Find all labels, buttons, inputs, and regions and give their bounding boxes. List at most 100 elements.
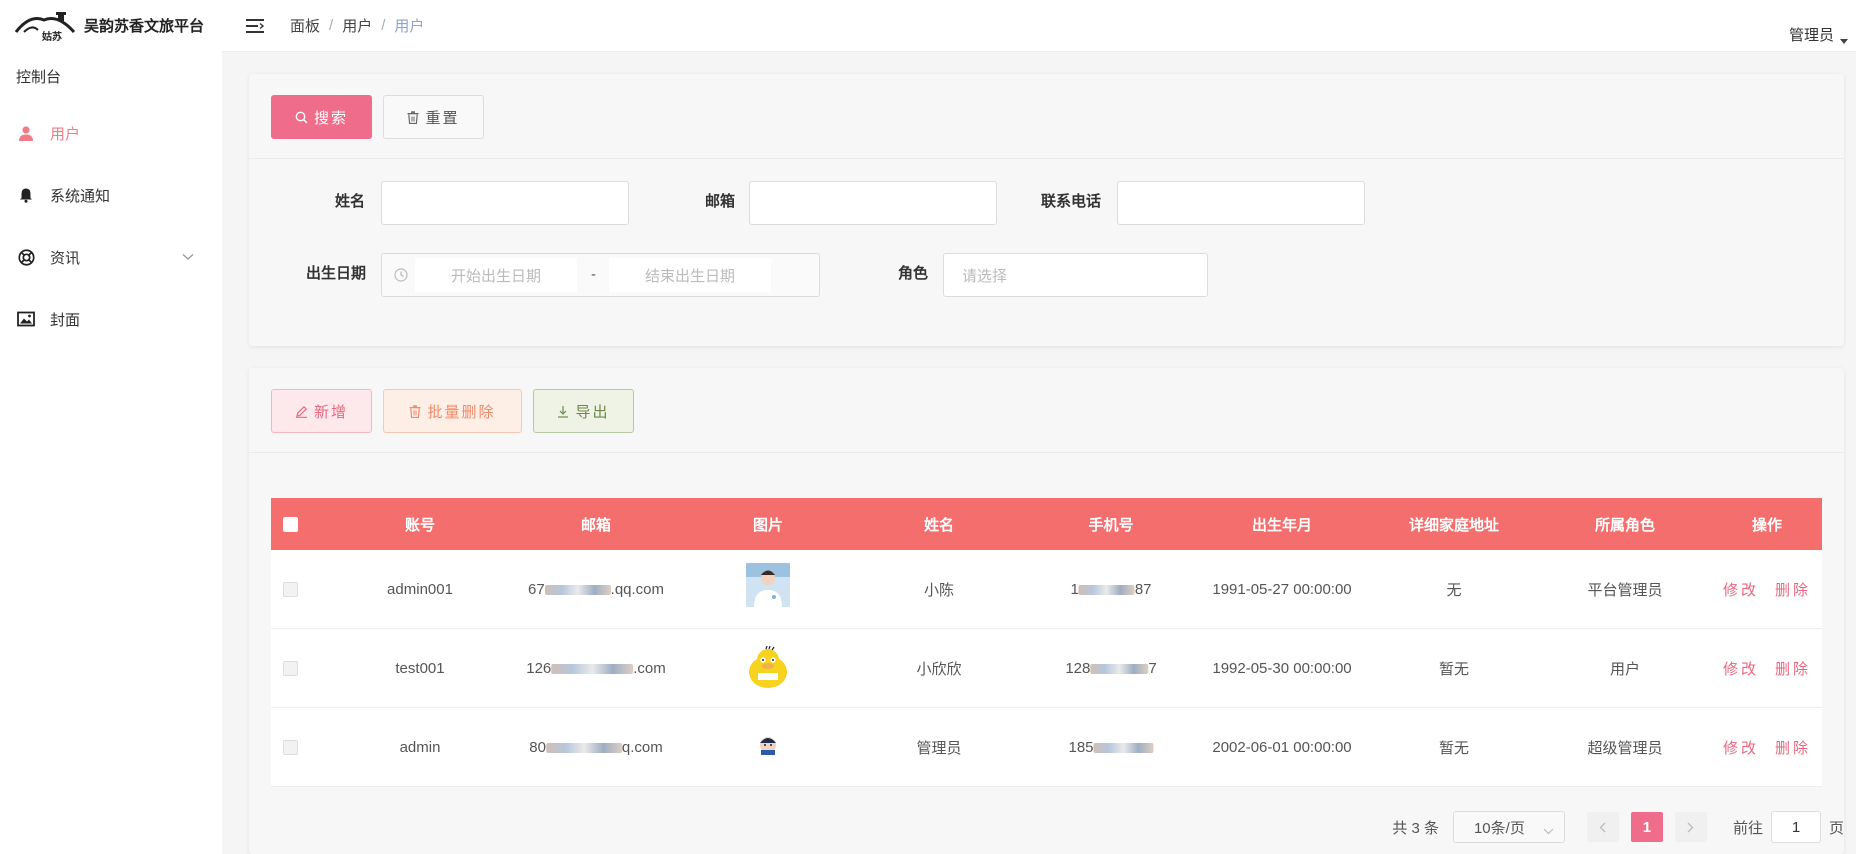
breadcrumb-item-users[interactable]: 用户 <box>342 15 372 36</box>
table-row[interactable]: admin001 67 .qq.com 小陈 1 87 1991-05-27 00:… <box>271 550 1822 629</box>
user-menu[interactable]: 管理员 <box>1789 21 1848 48</box>
goto-page-input[interactable]: 1 <box>1770 811 1821 843</box>
next-page-button[interactable] <box>1674 812 1707 842</box>
column-header-role[interactable]: 所属角色 <box>1595 514 1655 535</box>
breadcrumb-separator: / <box>381 17 386 34</box>
edit-link[interactable]: 修改 <box>1723 737 1759 758</box>
search-panel: 搜索 重置 姓名 邮箱 联系电话 出生日期 开始出生日期 - 结束出生日期 角色… <box>249 74 1844 346</box>
redaction-blur <box>545 742 622 753</box>
sidebar-item-label: 控制台 <box>16 68 62 86</box>
cell-phone: 1 87 <box>1070 581 1151 598</box>
birth-end-input[interactable]: 结束出生日期 <box>609 258 771 292</box>
name-input[interactable] <box>381 181 629 225</box>
phone-input[interactable] <box>1117 181 1365 225</box>
user-icon <box>16 123 36 143</box>
row-checkbox[interactable] <box>283 660 298 676</box>
cell-address: 暂无 <box>1438 739 1470 757</box>
sidebar-item-notifications[interactable]: 系统通知 <box>0 164 222 226</box>
bell-icon <box>16 185 36 205</box>
search-button[interactable]: 搜索 <box>271 95 372 139</box>
sidebar-item-label: 封面 <box>50 311 81 329</box>
table-row[interactable]: admin 80 q.com 管理员 185 2002-06-01 00:00:0… <box>271 708 1822 787</box>
export-button[interactable]: 导出 <box>533 389 634 433</box>
delete-link[interactable]: 删除 <box>1775 737 1811 758</box>
edit-link[interactable]: 修改 <box>1723 658 1759 679</box>
breadcrumb-item-current: 用户 <box>394 18 425 35</box>
search-icon <box>295 111 308 124</box>
row-checkbox[interactable] <box>283 739 298 755</box>
cell-account: admin <box>399 738 441 756</box>
cell-phone: 128 7 <box>1065 660 1156 677</box>
column-header-address[interactable]: 详细家庭地址 <box>1409 514 1499 535</box>
column-header-actions[interactable]: 操作 <box>1752 514 1782 535</box>
table-row[interactable]: test001 126 .com 小欣欣 128 7 1992-05-30 00:0… <box>271 629 1822 708</box>
sidebar-item-users[interactable]: 用户 <box>0 102 222 164</box>
picture-icon <box>16 309 36 329</box>
redaction-blur <box>1093 742 1154 753</box>
cell-account: test001 <box>395 659 445 677</box>
row-checkbox[interactable] <box>283 581 298 597</box>
redaction-blur <box>1078 584 1135 595</box>
logo[interactable]: 姑苏 吴韵苏香文旅平台 <box>0 0 222 50</box>
sidebar: 姑苏 吴韵苏香文旅平台 控制台 用户 系统通知 资讯 封面 <box>0 0 222 854</box>
top-header: 面板 / 用户 / 用户 管理员 <box>222 0 1856 52</box>
lifebuoy-icon <box>16 247 36 267</box>
cell-phone: 185 <box>1068 738 1154 756</box>
menu-toggle-icon[interactable] <box>244 14 268 38</box>
add-button[interactable]: 新增 <box>271 389 372 433</box>
column-header-image[interactable]: 图片 <box>753 514 783 535</box>
cell-phone-prefix: 185 <box>1068 738 1094 756</box>
trash-icon <box>409 404 421 418</box>
user-name: 管理员 <box>1788 27 1834 44</box>
cell-phone-suffix: 7 <box>1148 659 1157 677</box>
cell-birth: 1992-05-30 00:00:00 <box>1212 659 1352 677</box>
cell-email-prefix: 67 <box>527 580 545 598</box>
goto-page: 前往 1 页 <box>1733 811 1844 843</box>
divider <box>249 158 1844 159</box>
chevron-down-icon <box>1543 822 1554 839</box>
role-label: 角色 <box>898 265 929 282</box>
sidebar-item-news[interactable]: 资讯 <box>0 226 222 288</box>
birth-start-input[interactable]: 开始出生日期 <box>415 258 577 292</box>
goto-suffix: 页 <box>1828 819 1844 837</box>
role-select[interactable]: 请选择 <box>943 253 1208 297</box>
email-input[interactable] <box>749 181 997 225</box>
cell-email-suffix: .com <box>633 659 666 677</box>
chevron-down-icon[interactable] <box>182 248 194 265</box>
page-size-value: 10条/页 <box>1473 819 1525 837</box>
page-number-button[interactable]: 1 <box>1630 812 1663 842</box>
page-size-select[interactable]: 10条/页 <box>1452 811 1565 843</box>
row-actions: 修改 删除 <box>1723 579 1811 600</box>
avatar[interactable] <box>746 563 790 611</box>
chevron-right-icon <box>1688 822 1694 832</box>
cell-email: 67 .qq.com <box>528 581 664 598</box>
breadcrumb: 面板 / 用户 / 用户 <box>290 15 424 36</box>
edit-link[interactable]: 修改 <box>1723 579 1759 600</box>
add-button-label: 新增 <box>313 403 348 421</box>
column-header-account[interactable]: 账号 <box>405 514 435 535</box>
cell-role: 超级管理员 <box>1587 739 1663 757</box>
cell-email-prefix: 80 <box>529 738 546 756</box>
reset-button[interactable]: 重置 <box>383 95 484 139</box>
column-header-email[interactable]: 邮箱 <box>581 514 611 535</box>
prev-page-button[interactable] <box>1586 812 1619 842</box>
birth-date-range[interactable]: 开始出生日期 - 结束出生日期 <box>381 253 820 297</box>
sidebar-item-dashboard[interactable]: 控制台 <box>0 50 222 102</box>
avatar[interactable] <box>758 735 778 759</box>
cell-address: 无 <box>1446 581 1462 599</box>
batch-delete-button[interactable]: 批量删除 <box>383 389 522 433</box>
column-header-phone[interactable]: 手机号 <box>1088 514 1133 535</box>
table-header: 账号 邮箱 图片 姓名 手机号 出生年月 详细家庭地址 所属角色 操作 <box>271 498 1822 550</box>
select-all-checkbox[interactable] <box>283 516 298 532</box>
download-icon <box>557 405 569 418</box>
column-header-birth[interactable]: 出生年月 <box>1252 514 1312 535</box>
breadcrumb-item-dashboard[interactable]: 面板 <box>290 15 320 36</box>
name-label: 姓名 <box>335 193 366 210</box>
delete-link[interactable]: 删除 <box>1775 658 1811 679</box>
cell-account: admin001 <box>387 580 453 598</box>
sidebar-item-cover[interactable]: 封面 <box>0 288 222 350</box>
delete-link[interactable]: 删除 <box>1775 579 1811 600</box>
avatar[interactable] <box>746 645 790 694</box>
column-header-name[interactable]: 姓名 <box>924 514 954 535</box>
caret-down-icon <box>1840 31 1848 48</box>
